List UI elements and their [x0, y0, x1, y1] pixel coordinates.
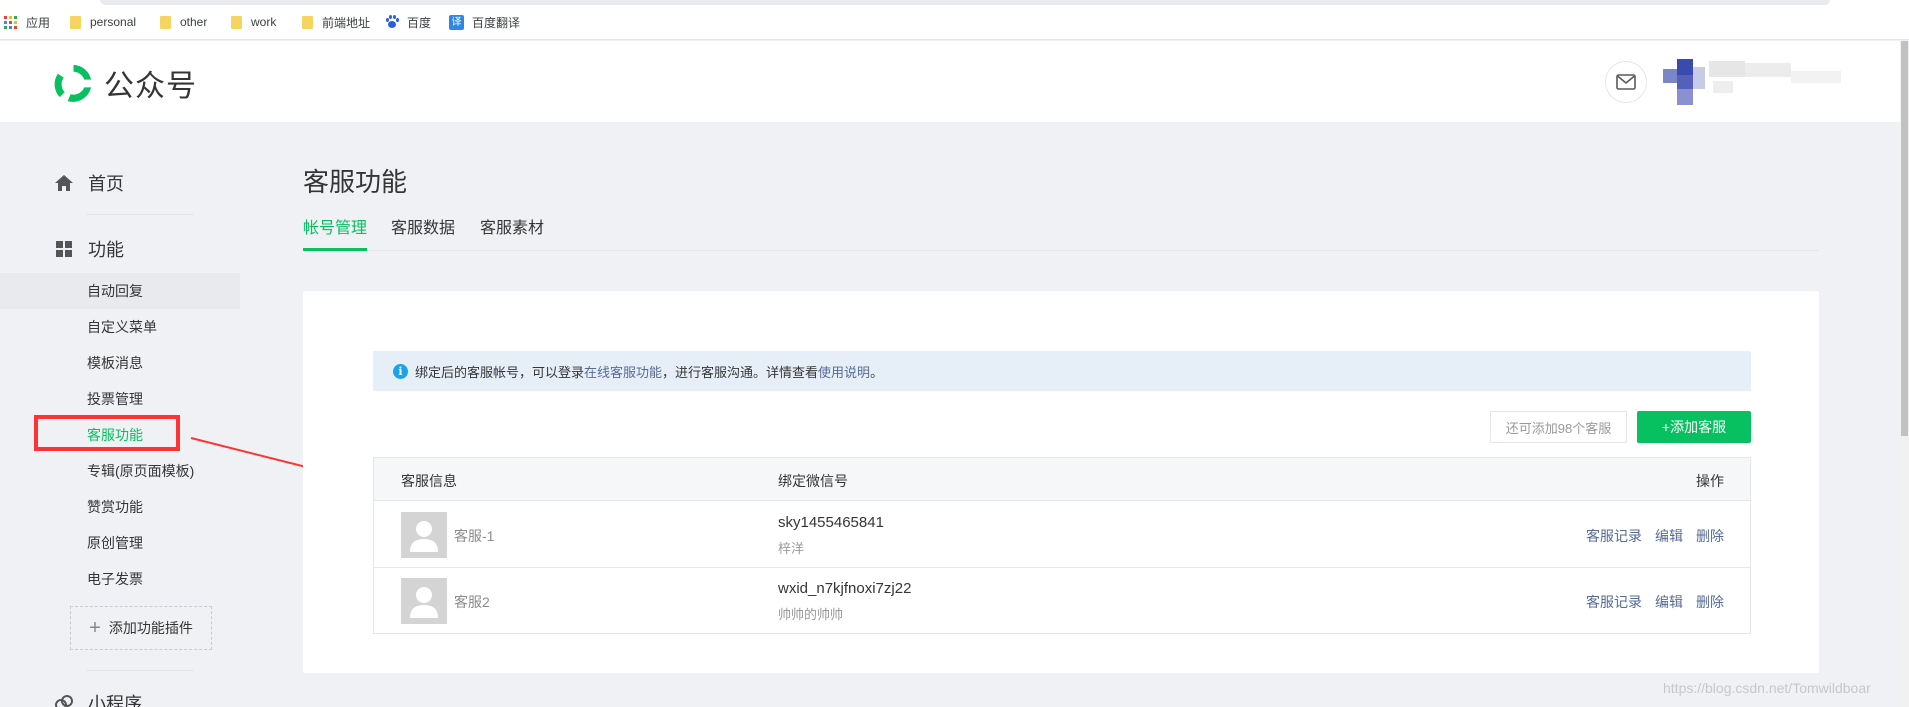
sidebar-features[interactable]: 功能	[54, 236, 124, 262]
bookmark-folder-personal[interactable]: personal	[70, 13, 136, 31]
remaining-quota: 还可添加98个客服	[1490, 411, 1627, 443]
account-avatar-blurred[interactable]	[1651, 59, 1851, 107]
folder-icon	[231, 15, 242, 29]
plus-icon: +	[89, 617, 101, 639]
wechat-mp-logo-icon	[54, 64, 92, 102]
service-record-link[interactable]: 客服记录	[1586, 526, 1642, 546]
tab-service-materials[interactable]: 客服素材	[480, 219, 544, 251]
info-icon: i	[393, 363, 408, 379]
message-button[interactable]	[1605, 61, 1647, 103]
notice-text-3: 。	[870, 364, 884, 380]
baidu-paw-icon	[385, 15, 399, 29]
tab-label: 帐号管理	[303, 220, 368, 237]
apps-grid-icon	[4, 15, 17, 29]
sidebar-item-invoice[interactable]: 电子发票	[87, 570, 143, 588]
active-tab-indicator	[303, 248, 367, 251]
watermark: https://blog.csdn.net/Tomwildboar	[1663, 680, 1871, 696]
sidebar-item-album[interactable]: 专辑(原页面模板)	[87, 462, 194, 480]
default-avatar-icon	[401, 512, 447, 558]
bookmarks-bar: 应用 personal other work 前端地址 百度 译 百度翻译	[0, 0, 1909, 40]
translate-icon: 译	[449, 14, 464, 30]
bookmark-apps[interactable]: 应用	[4, 13, 50, 31]
bookmark-folder-work[interactable]: work	[231, 13, 276, 31]
sidebar-miniapp-label: 小程序	[88, 694, 142, 707]
sidebar-item-template-message[interactable]: 模板消息	[87, 354, 143, 372]
column-header-service-info: 客服信息	[401, 473, 457, 489]
sidebar-features-label: 功能	[88, 240, 124, 260]
edit-link[interactable]: 编辑	[1655, 592, 1683, 612]
tab-service-data[interactable]: 客服数据	[391, 219, 455, 251]
delete-link[interactable]: 删除	[1696, 526, 1724, 546]
usage-guide-link[interactable]: 使用说明	[818, 362, 870, 381]
brand-logo[interactable]: 公众号	[52, 61, 197, 105]
tab-account-management[interactable]: 帐号管理	[303, 219, 367, 251]
online-service-link[interactable]: 在线客服功能	[584, 362, 662, 381]
table-row: 客服2 wxid_n7kjfnoxi7zj22 帅帅的帅帅 客服记录 编辑 删除	[374, 568, 1750, 634]
row-actions: 客服记录 编辑 删除	[1573, 592, 1724, 612]
bound-wechat-id: sky1455465841	[778, 514, 884, 531]
notice-text-1: 绑定后的客服帐号，可以登录	[415, 364, 585, 380]
bookmark-folder-label: work	[251, 15, 277, 29]
default-avatar-icon	[401, 578, 447, 624]
sidebar-item-reward[interactable]: 赞赏功能	[87, 498, 143, 516]
service-accounts-table: 客服信息 绑定微信号 操作 客服-1 sky1455465841 梓洋 客服记录…	[373, 457, 1751, 634]
bookmark-fanyi-label: 百度翻译	[472, 15, 521, 30]
bookmark-folder-label: 前端地址	[322, 15, 371, 30]
content-card: i 绑定后的客服帐号，可以登录 在线客服功能 ，进行客服沟通。详情查看 使用说明…	[303, 291, 1819, 673]
bound-wechat-nickname: 梓洋	[778, 541, 805, 556]
scrollbar-thumb[interactable]	[1901, 41, 1908, 436]
sidebar-divider	[86, 670, 194, 671]
bookmark-folder-other[interactable]: other	[160, 13, 207, 31]
sidebar-home-label: 首页	[88, 174, 124, 194]
page-title: 客服功能	[303, 167, 408, 197]
bookmark-baidu-label: 百度	[407, 15, 432, 30]
grid-icon	[56, 241, 72, 257]
bookmark-apps-label: 应用	[26, 15, 51, 30]
bookmark-folder-frontend[interactable]: 前端地址	[302, 13, 370, 31]
sidebar-item-auto-reply[interactable]: 自动回复	[87, 282, 143, 300]
info-notice: i 绑定后的客服帐号，可以登录 在线客服功能 ，进行客服沟通。详情查看 使用说明…	[373, 351, 1751, 391]
service-record-link[interactable]: 客服记录	[1586, 592, 1642, 612]
delete-link[interactable]: 删除	[1696, 592, 1724, 612]
miniapp-icon	[55, 695, 73, 707]
service-name: 客服2	[454, 594, 490, 610]
add-plugin-button[interactable]: + 添加功能插件	[70, 606, 212, 650]
folder-icon	[70, 15, 81, 29]
home-icon	[55, 175, 73, 191]
folder-icon	[302, 15, 313, 29]
row-actions: 客服记录 编辑 删除	[1573, 526, 1724, 546]
sidebar-item-custom-menu[interactable]: 自定义菜单	[87, 318, 157, 336]
notice-text-2: ，进行客服沟通。详情查看	[662, 364, 819, 380]
table-header: 客服信息 绑定微信号 操作	[374, 458, 1750, 501]
column-header-wechat-id: 绑定微信号	[778, 473, 848, 489]
bookmark-folder-label: personal	[90, 15, 137, 29]
folder-icon	[160, 15, 171, 29]
add-service-account-button[interactable]: +添加客服	[1637, 411, 1751, 443]
bound-wechat-nickname: 帅帅的帅帅	[778, 607, 844, 622]
bookmark-baidu-fanyi[interactable]: 译 百度翻译	[449, 13, 520, 31]
site-header: 公众号	[0, 41, 1900, 122]
sidebar-miniapp[interactable]: 小程序	[54, 690, 142, 707]
page-scrollbar[interactable]	[1900, 41, 1909, 707]
annotation-highlight-box	[34, 415, 180, 451]
sidebar-divider	[86, 214, 194, 215]
add-plugin-label: 添加功能插件	[108, 620, 193, 636]
column-header-actions: 操作	[1696, 473, 1724, 489]
sidebar-item-original[interactable]: 原创管理	[87, 534, 143, 552]
edit-link[interactable]: 编辑	[1655, 526, 1683, 546]
tab-bar: 帐号管理 客服数据 客服素材	[303, 219, 1819, 251]
bookmark-baidu[interactable]: 百度	[385, 13, 431, 31]
address-bar-edge	[100, 0, 1830, 5]
bound-wechat-id: wxid_n7kjfnoxi7zj22	[778, 580, 912, 597]
sidebar-item-vote[interactable]: 投票管理	[87, 390, 143, 408]
mail-icon	[1616, 74, 1636, 90]
table-row: 客服-1 sky1455465841 梓洋 客服记录 编辑 删除	[374, 502, 1750, 568]
brand-name: 公众号	[104, 70, 197, 103]
sidebar-home[interactable]: 首页	[54, 170, 124, 196]
bookmark-folder-label: other	[180, 15, 208, 29]
service-name: 客服-1	[454, 528, 495, 544]
